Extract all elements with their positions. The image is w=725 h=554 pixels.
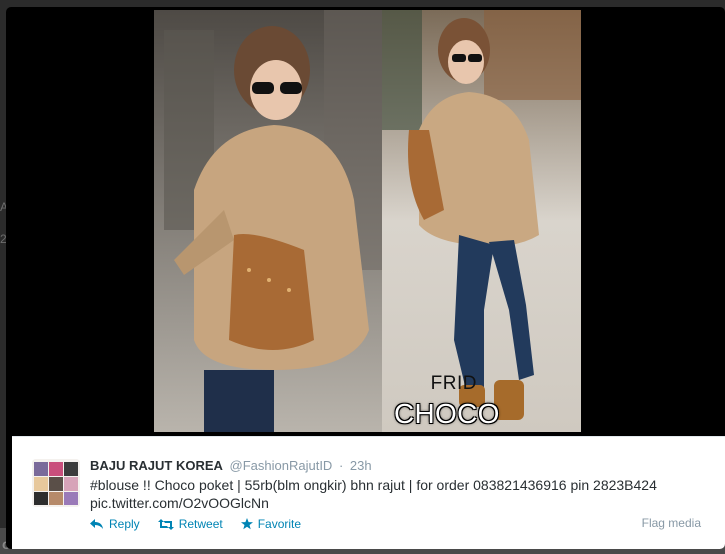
photo-watermark: FRID bbox=[430, 373, 477, 394]
tweet-actions: Reply Retweet Favorite bbox=[90, 517, 301, 531]
photo-caption: CHOCO POCKET bbox=[394, 398, 511, 432]
tweet-timestamp[interactable]: 23h bbox=[350, 458, 372, 473]
tweet-media-link[interactable]: pic.twitter.com/O2vOOGlcNn bbox=[90, 494, 700, 512]
tweet-panel: BAJU RAJUT KOREA @FashionRajutID · 23h #… bbox=[12, 436, 725, 549]
tweet-text: #blouse !! Choco poket | 55rb(blm ongkir… bbox=[90, 476, 700, 512]
fashion-photo-illustration bbox=[154, 10, 581, 432]
tweet-photo[interactable]: FRID CHOCO POCKET bbox=[154, 10, 581, 432]
retweet-icon bbox=[157, 518, 174, 530]
display-name[interactable]: BAJU RAJUT KOREA bbox=[90, 458, 223, 473]
separator-dot: · bbox=[338, 458, 344, 473]
flag-media-link[interactable]: Flag media bbox=[642, 516, 701, 530]
star-icon bbox=[240, 518, 253, 530]
media-lightbox: FRID CHOCO POCKET BAJU RAJUT KOREA @Fash… bbox=[6, 7, 725, 549]
avatar-image bbox=[32, 459, 80, 507]
favorite-label: Favorite bbox=[257, 517, 302, 531]
user-handle[interactable]: @FashionRajutID bbox=[230, 458, 333, 473]
retweet-button[interactable]: Retweet bbox=[157, 517, 223, 531]
tweet-body: #blouse !! Choco poket | 55rb(blm ongkir… bbox=[90, 477, 657, 493]
avatar[interactable] bbox=[32, 459, 80, 507]
favorite-button[interactable]: Favorite bbox=[240, 517, 302, 531]
tweet-header: BAJU RAJUT KOREA @FashionRajutID · 23h bbox=[90, 458, 372, 473]
reply-button[interactable]: Reply bbox=[90, 517, 140, 531]
reply-label: Reply bbox=[109, 517, 140, 531]
retweet-label: Retweet bbox=[178, 517, 223, 531]
reply-icon bbox=[90, 518, 103, 529]
